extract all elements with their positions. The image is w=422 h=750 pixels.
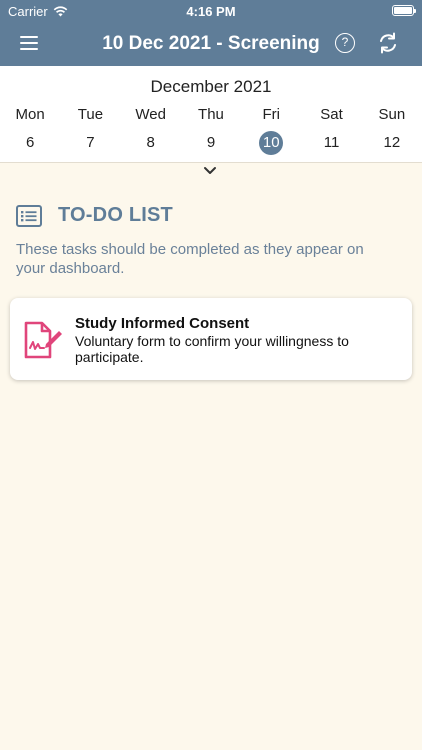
calendar-day-thu[interactable]: Thu 9 <box>181 105 241 155</box>
chevron-down-icon[interactable] <box>203 166 217 176</box>
day-of-week: Tue <box>77 106 104 123</box>
calendar-week-row: Mon 6 Tue 7 Wed 8 Thu 9 Fri 10 Sat 11 Su… <box>0 105 422 155</box>
page-title: 10 Dec 2021 - Screening <box>102 33 320 54</box>
task-card-informed-consent[interactable]: Study Informed Consent Voluntary form to… <box>10 298 412 380</box>
calendar-day-sun[interactable]: Sun 12 <box>362 105 422 155</box>
day-of-week: Mon <box>15 106 45 123</box>
day-of-week: Thu <box>198 106 224 123</box>
signature-document-icon <box>24 321 62 359</box>
task-description: Voluntary form to confirm your willingne… <box>75 333 349 365</box>
day-of-week: Wed <box>135 106 166 123</box>
day-of-week: Sat <box>320 106 343 123</box>
calendar-month: December 2021 <box>150 77 272 96</box>
day-of-week: Sun <box>378 106 406 123</box>
help-circle-icon[interactable]: ? <box>335 33 355 53</box>
calendar-day-wed[interactable]: Wed 8 <box>121 105 181 155</box>
day-number: 9 <box>206 134 216 151</box>
day-number: 11 <box>323 134 340 151</box>
day-number: 8 <box>146 134 155 151</box>
calendar-day-sat[interactable]: Sat 11 <box>301 105 361 155</box>
sync-icon[interactable] <box>376 31 400 55</box>
calendar-day-fri[interactable]: Fri 10 <box>241 105 301 155</box>
task-title: Study Informed Consent <box>75 315 250 332</box>
todo-title: TO-DO LIST <box>58 204 173 226</box>
todo-header: TO-DO LIST <box>16 204 173 227</box>
status-bar: Carrier 4:16 PM <box>0 0 422 22</box>
list-icon <box>16 204 42 227</box>
day-number: 7 <box>86 134 95 151</box>
nav-bar: 10 Dec 2021 - Screening ? <box>0 22 422 66</box>
todo-description: These tasks should be completed as they … <box>16 241 364 277</box>
status-time: 4:16 PM <box>186 4 236 19</box>
calendar-day-mon[interactable]: Mon 6 <box>0 105 60 155</box>
day-number: 6 <box>25 134 35 151</box>
day-number: 12 <box>383 134 401 151</box>
day-of-week: Fri <box>262 106 281 123</box>
selected-day-number: 10 <box>259 131 284 155</box>
battery-icon <box>392 5 416 16</box>
week-calendar: December 2021 Mon 6 Tue 7 Wed 8 Thu 9 Fr… <box>0 66 422 174</box>
calendar-day-tue[interactable]: Tue 7 <box>60 105 120 155</box>
